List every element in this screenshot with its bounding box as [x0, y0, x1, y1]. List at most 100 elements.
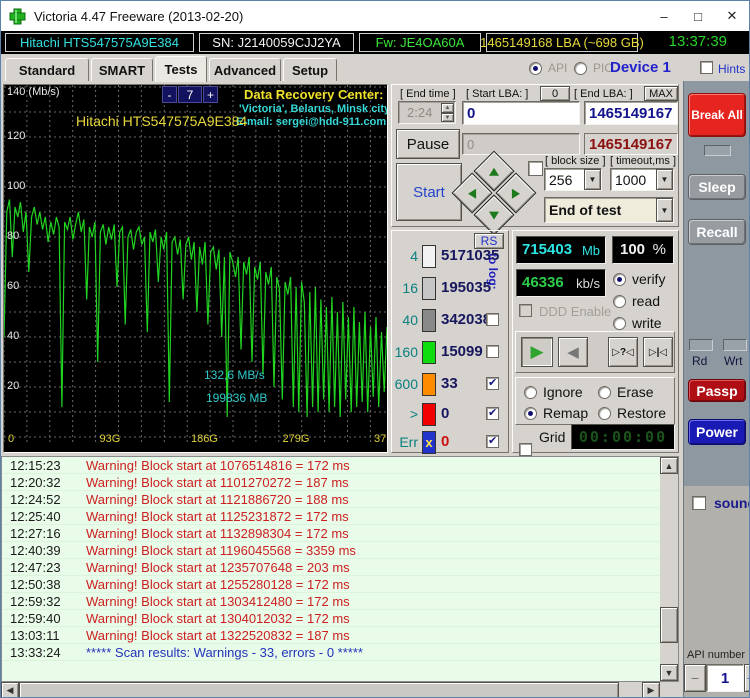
latency-swatch-icon — [422, 277, 436, 300]
ignore-label: Ignore — [543, 384, 583, 400]
stat-log-checkbox[interactable] — [486, 313, 499, 326]
api-radio[interactable] — [529, 61, 542, 75]
seek-test-icon[interactable]: ▷?◁ — [608, 337, 638, 367]
stat-log-checkbox[interactable] — [486, 376, 499, 390]
write-radio[interactable] — [613, 316, 626, 330]
log-message: Warning! Block start at 1121886720 = 188… — [86, 492, 349, 507]
triangle-down-icon — [489, 210, 499, 219]
read-radio[interactable] — [613, 294, 626, 308]
drive-model: Hitachi HTS547575A9E384 — [5, 33, 194, 52]
tab-bar: Standard SMART Tests Advanced Setup API … — [1, 54, 749, 82]
passp-button[interactable]: Passp — [688, 379, 746, 402]
sleep-button[interactable]: Sleep — [688, 174, 746, 200]
end-time-spinner[interactable]: 2:24 ▲ ▼ — [398, 101, 456, 124]
block-stats-panel: RS to log: 4 5171035 16 195035 40 342038 160 15… — [391, 230, 510, 454]
log-time: 12:25:40 — [10, 509, 61, 524]
stat-count: 0 — [441, 433, 450, 450]
tab-tests[interactable]: Tests — [155, 56, 207, 82]
api-minus-button[interactable]: − — [684, 664, 706, 692]
start-lba-input[interactable]: 0 — [462, 101, 580, 125]
step-back-icon[interactable]: ◀ — [558, 337, 588, 367]
stat-log-checkbox[interactable] — [486, 406, 499, 420]
power-button[interactable]: Power — [688, 419, 746, 445]
timeout-combo[interactable]: 1000 ▼ — [610, 168, 674, 191]
erase-radio[interactable] — [598, 385, 611, 399]
pio-radio[interactable] — [574, 61, 587, 75]
log-message: Warning! Block start at 1255280128 = 172… — [86, 577, 350, 592]
wrt-label: Wrt — [724, 354, 743, 368]
spin-up-icon[interactable]: ▲ — [441, 103, 454, 113]
close-icon[interactable]: ✕ — [715, 1, 749, 31]
log-time: 12:24:52 — [10, 492, 61, 507]
scroll-left-icon[interactable]: ◀ — [1, 682, 19, 697]
log-hscrollbar[interactable]: ◀ ▶ — [1, 682, 660, 697]
log-entry: 12:25:40 Warning! Block start at 11252318… — [2, 508, 678, 525]
device-selector[interactable]: Device 1 — [610, 59, 671, 76]
minimize-icon[interactable]: – — [647, 1, 681, 31]
drive-serial: SN: J2140059CJJ2YA — [199, 33, 354, 52]
chevron-down-icon[interactable]: ▼ — [656, 169, 673, 190]
break-all-button[interactable]: Break All — [688, 93, 746, 137]
restore-radio[interactable] — [598, 406, 611, 420]
api-plus-button[interactable]: + — [744, 664, 749, 692]
stat-log-checkbox[interactable] — [486, 434, 499, 448]
recall-button[interactable]: Recall — [688, 219, 746, 245]
ddd-enable-checkbox[interactable] — [519, 304, 532, 317]
seek-checkbox[interactable] — [528, 161, 543, 176]
stat-threshold-label: 600 — [394, 376, 418, 392]
hints-checkbox[interactable] — [700, 61, 713, 74]
stat-count: 5171035 — [441, 247, 500, 264]
zoom-out-button[interactable]: - — [162, 86, 177, 103]
tab-setup[interactable]: Setup — [283, 58, 337, 81]
grid-checkbox[interactable] — [519, 443, 532, 456]
sound-checkbox[interactable] — [692, 496, 706, 510]
timeout-label: [ timeout,ms ] — [610, 155, 677, 167]
spin-down-icon[interactable]: ▼ — [441, 113, 454, 122]
block-stat-row: 600 33 — [392, 373, 510, 397]
y-tick-label: 80 — [7, 230, 20, 242]
chevron-down-icon[interactable]: ▼ — [656, 198, 673, 222]
end-of-test-combo[interactable]: End of test ▼ — [544, 197, 674, 223]
play-icon[interactable]: ▶ — [521, 337, 553, 367]
log-entry: 12:20:32 Warning! Block start at 11012702… — [2, 474, 678, 491]
tab-standard[interactable]: Standard — [5, 58, 89, 81]
log-time: 12:15:23 — [10, 458, 61, 473]
tab-advanced[interactable]: Advanced — [209, 58, 281, 81]
block-size-combo[interactable]: 256 ▼ — [544, 168, 602, 191]
api-number-value[interactable]: 1 — [706, 664, 744, 692]
verify-radio[interactable] — [613, 272, 626, 286]
banner-city: 'Victoria', Belarus, Minsk city — [239, 103, 388, 115]
tab-smart[interactable]: SMART — [91, 58, 153, 81]
log-time: 12:20:32 — [10, 475, 61, 490]
start-lba-zero-button[interactable]: 0 — [540, 86, 570, 101]
hscroll-thumb[interactable] — [19, 682, 619, 697]
scroll-up-icon[interactable]: ▲ — [660, 457, 678, 474]
log-vscrollbar[interactable]: ▲ ▼ — [660, 457, 678, 681]
hints-label: Hints — [718, 62, 746, 76]
max-button[interactable]: MAX — [644, 86, 678, 101]
end-lba-input[interactable]: 1465149167 — [584, 101, 678, 125]
scroll-down-icon[interactable]: ▼ — [660, 664, 678, 681]
stat-log-checkbox[interactable] — [486, 345, 499, 358]
seek-home-icon[interactable]: ▷|◁ — [643, 337, 673, 367]
end-time-label: [ End time ] — [400, 88, 456, 100]
pause-button[interactable]: Pause — [396, 129, 460, 159]
ignore-radio[interactable] — [524, 385, 537, 399]
latency-swatch-icon — [422, 403, 436, 426]
test-controls-panel: [ End time ] 2:24 ▲ ▼ Pause Start [ Star… — [391, 84, 679, 236]
title-bar: Victoria 4.47 Freeware (2013-02-20) – □ … — [1, 1, 749, 31]
triangle-left-icon — [468, 188, 477, 198]
maximize-icon[interactable]: □ — [681, 1, 715, 31]
stat-count: 342038 — [441, 311, 492, 328]
y-axis-top-label: 140 (Mb/s) — [7, 86, 60, 98]
remap-radio[interactable] — [524, 406, 537, 420]
chevron-down-icon[interactable]: ▼ — [584, 169, 601, 190]
scroll-right-icon[interactable]: ▶ — [642, 682, 660, 697]
clock: 13:37:39 — [668, 33, 727, 50]
stat-threshold-label: > — [409, 406, 418, 422]
log-entry: 13:33:24 ***** Scan results: Warnings - 3… — [2, 644, 678, 661]
zoom-in-button[interactable]: + — [203, 86, 218, 103]
vscroll-thumb[interactable] — [660, 607, 678, 643]
log-message: Warning! Block start at 1101270272 = 187… — [86, 475, 349, 490]
x-tick-label: 279G — [282, 433, 310, 445]
